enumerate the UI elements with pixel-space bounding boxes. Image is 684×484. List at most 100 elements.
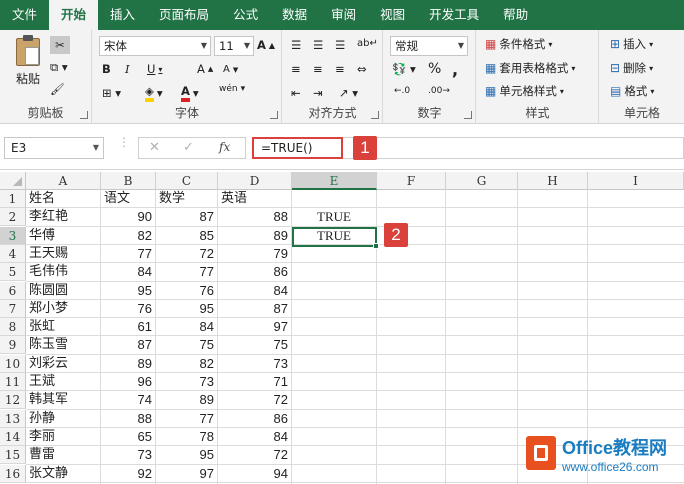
currency-icon[interactable]: 💱 ▾ <box>392 62 416 76</box>
row-header-4[interactable]: 4 <box>0 244 26 263</box>
cell-a8[interactable]: 张虹 <box>26 318 100 336</box>
row-header-13[interactable]: 13 <box>0 409 26 428</box>
row-header-5[interactable]: 5 <box>0 263 26 282</box>
cell-d15[interactable]: 72 <box>218 446 291 464</box>
row-header-8[interactable]: 8 <box>0 318 26 337</box>
cell-a11[interactable]: 王斌 <box>26 373 100 391</box>
tab-6[interactable]: 审阅 <box>319 0 368 30</box>
cell-b14[interactable]: 65 <box>101 428 155 446</box>
cell-d8[interactable]: 97 <box>218 318 291 336</box>
paste-button[interactable]: 粘贴 <box>10 35 46 94</box>
tab-8[interactable]: 开发工具 <box>417 0 491 30</box>
cell-d14[interactable]: 84 <box>218 428 291 446</box>
cell-c15[interactable]: 95 <box>156 446 217 464</box>
cell-a13[interactable]: 孙静 <box>26 410 100 428</box>
cell-b3[interactable]: 82 <box>101 227 155 245</box>
row-header-11[interactable]: 11 <box>0 373 26 391</box>
cell-d6[interactable]: 84 <box>218 282 291 300</box>
header-cell-a[interactable]: 姓名 <box>26 190 100 208</box>
column-header-i[interactable]: I <box>588 172 684 190</box>
cell-c2[interactable]: 87 <box>156 208 217 226</box>
insert-cells-button[interactable]: ⊞ 插入 ▾ <box>610 36 653 52</box>
row-header-15[interactable]: 15 <box>0 446 26 465</box>
cell-d16[interactable]: 94 <box>218 465 291 483</box>
cell-b6[interactable]: 95 <box>101 282 155 300</box>
increase-decimal-icon[interactable]: ←.0 <box>394 86 410 96</box>
alignment-launcher-icon[interactable] <box>371 111 379 119</box>
cell-a7[interactable]: 郑小梦 <box>26 300 100 318</box>
row-header-9[interactable]: 9 <box>0 336 26 355</box>
underline-button[interactable]: U ▾ <box>147 62 162 76</box>
cell-c4[interactable]: 72 <box>156 245 217 263</box>
cell-b5[interactable]: 84 <box>101 263 155 281</box>
copy-icon[interactable]: ⧉ ▾ <box>50 60 68 75</box>
phonetic-icon[interactable]: wén ▾ <box>219 84 245 94</box>
cell-c6[interactable]: 76 <box>156 282 217 300</box>
cell-c11[interactable]: 73 <box>156 373 217 391</box>
column-header-d[interactable]: D <box>218 172 292 190</box>
cell-c7[interactable]: 95 <box>156 300 217 318</box>
column-header-h[interactable]: H <box>518 172 588 190</box>
format-painter-icon[interactable]: 🖌 <box>50 82 65 96</box>
decrease-decimal-icon[interactable]: .00→ <box>428 86 450 96</box>
cancel-icon[interactable]: ✕ <box>149 140 160 155</box>
format-cells-button[interactable]: ▤ 格式 ▾ <box>610 83 654 99</box>
select-all-corner[interactable] <box>0 172 26 190</box>
cell-a3[interactable]: 华傅 <box>26 227 100 245</box>
comma-button[interactable]: , <box>452 60 458 79</box>
font-color-icon[interactable]: A ▾ <box>181 84 199 102</box>
cell-b16[interactable]: 92 <box>101 465 155 483</box>
cell-b2[interactable]: 90 <box>101 208 155 226</box>
number-launcher-icon[interactable] <box>464 111 472 119</box>
tab-4[interactable]: 公式 <box>221 0 270 30</box>
cell-b9[interactable]: 87 <box>101 336 155 354</box>
cell-c9[interactable]: 75 <box>156 336 217 354</box>
fill-handle[interactable] <box>373 243 379 249</box>
row-header-12[interactable]: 12 <box>0 391 26 410</box>
row-header-1[interactable]: 1 <box>0 190 26 208</box>
tab-9[interactable]: 帮助 <box>491 0 540 30</box>
header-cell-d[interactable]: 英语 <box>218 190 291 208</box>
align-right-icon[interactable]: ≡ <box>335 62 345 76</box>
cell-d13[interactable]: 86 <box>218 410 291 428</box>
column-header-c[interactable]: C <box>156 172 218 190</box>
tab-7[interactable]: 视图 <box>368 0 417 30</box>
row-header-7[interactable]: 7 <box>0 299 26 318</box>
border-icon[interactable]: ⊞ ▾ <box>102 86 121 100</box>
cell-d12[interactable]: 72 <box>218 391 291 409</box>
cell-b13[interactable]: 88 <box>101 410 155 428</box>
number-format-combo[interactable]: 常规 ▼ <box>390 36 468 56</box>
tab-5[interactable]: 数据 <box>270 0 319 30</box>
insert-function-icon[interactable]: fx <box>219 140 230 154</box>
cell-a15[interactable]: 曹雷 <box>26 446 100 464</box>
cell-b12[interactable]: 74 <box>101 391 155 409</box>
orientation-icon[interactable]: ↗ ▾ <box>339 86 358 100</box>
italic-button[interactable]: I <box>125 62 130 76</box>
tab-1[interactable]: 开始 <box>49 0 99 30</box>
column-header-g[interactable]: G <box>446 172 518 190</box>
tab-2[interactable]: 插入 <box>98 0 147 30</box>
conditional-format-button[interactable]: ▦ 条件格式 ▾ <box>485 36 552 52</box>
cell-c5[interactable]: 77 <box>156 263 217 281</box>
active-cell-e3[interactable] <box>292 227 379 249</box>
align-middle-icon[interactable]: ☰ <box>313 38 323 52</box>
fill-color-icon[interactable]: ◈ ▾ <box>145 84 163 102</box>
font-launcher-icon[interactable] <box>270 111 278 119</box>
cell-d4[interactable]: 79 <box>218 245 291 263</box>
cell-c16[interactable]: 97 <box>156 465 217 483</box>
column-header-f[interactable]: F <box>377 172 446 190</box>
shrink-font-button[interactable]: A ▼ <box>223 64 238 75</box>
more-icon[interactable]: ⋮ <box>118 136 130 148</box>
cell-b7[interactable]: 76 <box>101 300 155 318</box>
clipboard-launcher-icon[interactable] <box>80 111 88 119</box>
delete-cells-button[interactable]: ⊟ 删除 ▾ <box>610 60 653 76</box>
cell-a10[interactable]: 刘彩云 <box>26 355 100 373</box>
header-cell-b[interactable]: 语文 <box>101 190 155 208</box>
row-header-6[interactable]: 6 <box>0 281 26 300</box>
increase-indent-icon[interactable]: ⇥ <box>313 86 323 100</box>
cell-d9[interactable]: 75 <box>218 336 291 354</box>
column-header-b[interactable]: B <box>101 172 156 190</box>
decrease-indent-icon[interactable]: ⇤ <box>291 86 301 100</box>
wrap-text-icon[interactable]: ab↵ <box>357 38 378 49</box>
font-name-combo[interactable]: 宋体 ▼ <box>99 36 211 56</box>
